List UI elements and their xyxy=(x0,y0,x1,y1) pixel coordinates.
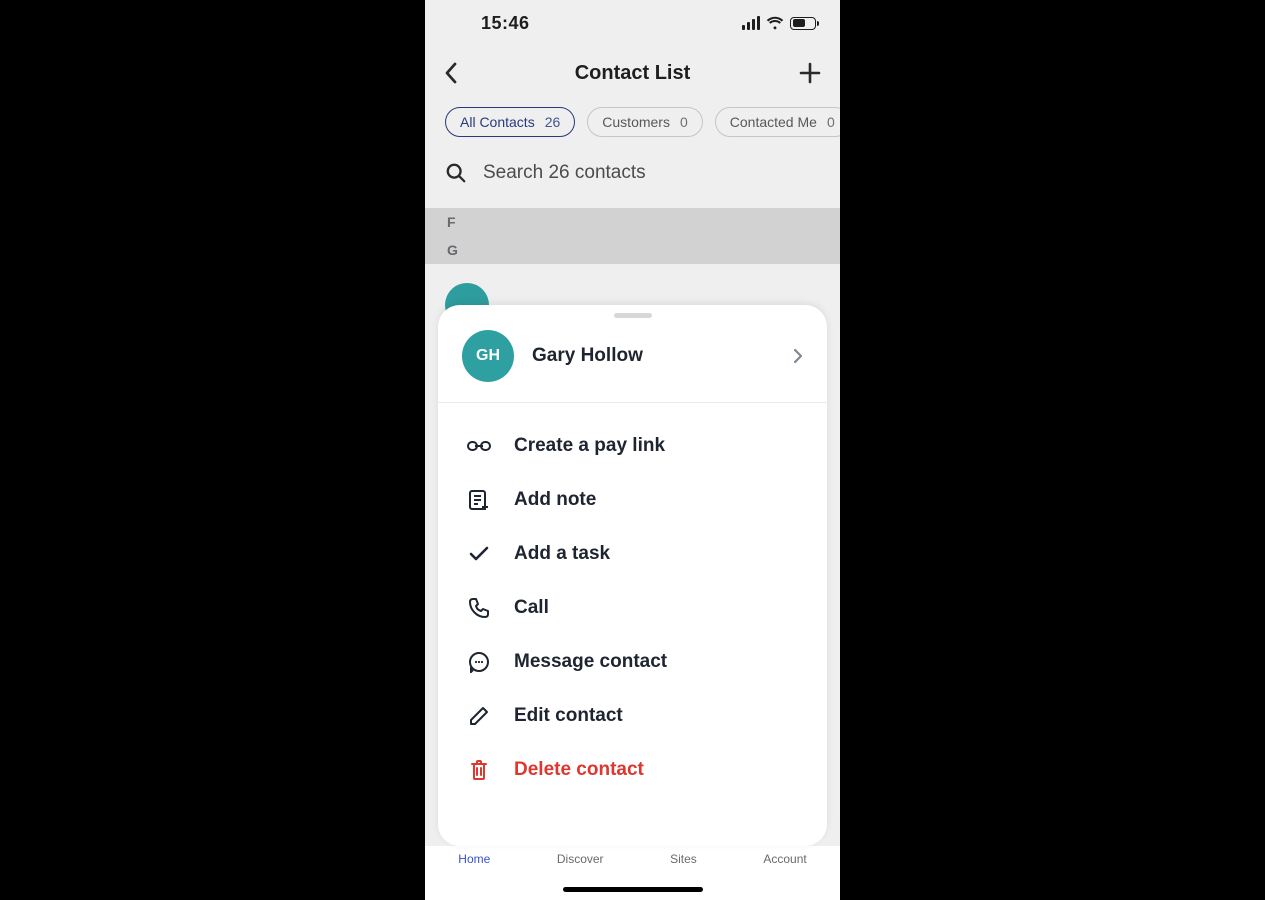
contact-action-sheet: GH Gary Hollow Create a pay link Add not… xyxy=(438,305,827,846)
avatar: GH xyxy=(462,330,514,382)
wifi-icon xyxy=(766,16,784,30)
tab-home[interactable]: Home xyxy=(458,852,490,866)
contact-header-row[interactable]: GH Gary Hollow xyxy=(438,324,827,403)
filter-chip-count: 0 xyxy=(680,114,688,130)
nav-header: Contact List xyxy=(425,46,840,100)
filter-chip-count: 0 xyxy=(827,114,835,130)
status-icons xyxy=(742,16,816,30)
tab-account[interactable]: Account xyxy=(763,852,806,866)
filter-chip-label: Customers xyxy=(602,114,670,130)
battery-icon xyxy=(790,17,816,30)
action-label: Add a task xyxy=(514,543,610,565)
chevron-right-icon xyxy=(793,348,803,364)
action-label: Message contact xyxy=(514,651,667,673)
action-label: Call xyxy=(514,597,549,619)
back-button[interactable] xyxy=(431,53,471,93)
home-indicator xyxy=(563,887,703,892)
action-label: Edit contact xyxy=(514,705,623,727)
search-bar[interactable]: Search 26 contacts xyxy=(425,144,840,208)
plus-icon xyxy=(799,62,821,84)
tab-sites[interactable]: Sites xyxy=(670,852,697,866)
status-time: 15:46 xyxy=(481,13,530,34)
page-title: Contact List xyxy=(575,62,691,85)
action-add-note[interactable]: Add note xyxy=(438,473,827,527)
cellular-signal-icon xyxy=(742,16,760,30)
search-icon xyxy=(445,162,467,184)
filter-chip-label: All Contacts xyxy=(460,114,535,130)
sheet-grabber[interactable] xyxy=(614,313,652,318)
action-label: Create a pay link xyxy=(514,435,665,457)
link-icon xyxy=(466,439,492,453)
action-delete-contact[interactable]: Delete contact xyxy=(438,743,827,797)
search-placeholder: Search 26 contacts xyxy=(483,162,646,184)
tab-bar: Home Discover Sites Account xyxy=(425,846,840,900)
filter-chip-customers[interactable]: Customers 0 xyxy=(587,107,702,137)
list-item[interactable] xyxy=(425,264,840,300)
filter-chip-contacted-me[interactable]: Contacted Me 0 xyxy=(715,107,840,137)
phone-icon xyxy=(466,597,492,619)
action-label: Delete contact xyxy=(514,759,644,781)
action-add-task[interactable]: Add a task xyxy=(438,527,827,581)
status-bar: 15:46 xyxy=(425,0,840,46)
action-list: Create a pay link Add note Add a task Ca… xyxy=(438,403,827,797)
chevron-left-icon xyxy=(444,62,458,84)
list-section-header-g: G xyxy=(425,236,840,264)
filter-chip-label: Contacted Me xyxy=(730,114,817,130)
action-message-contact[interactable]: Message contact xyxy=(438,635,827,689)
check-icon xyxy=(466,545,492,563)
action-edit-contact[interactable]: Edit contact xyxy=(438,689,827,743)
chat-icon xyxy=(466,651,492,673)
filter-chip-count: 26 xyxy=(545,114,561,130)
pencil-icon xyxy=(466,705,492,727)
filter-chips: All Contacts 26 Customers 0 Contacted Me… xyxy=(425,100,840,144)
list-section-header-f: F xyxy=(425,208,840,236)
note-icon xyxy=(466,489,492,511)
filter-chip-all-contacts[interactable]: All Contacts 26 xyxy=(445,107,575,137)
trash-icon xyxy=(466,759,492,781)
action-label: Add note xyxy=(514,489,596,511)
action-call[interactable]: Call xyxy=(438,581,827,635)
tab-discover[interactable]: Discover xyxy=(557,852,604,866)
contact-name: Gary Hollow xyxy=(532,345,793,367)
add-contact-button[interactable] xyxy=(790,53,830,93)
action-create-paylink[interactable]: Create a pay link xyxy=(438,419,827,473)
